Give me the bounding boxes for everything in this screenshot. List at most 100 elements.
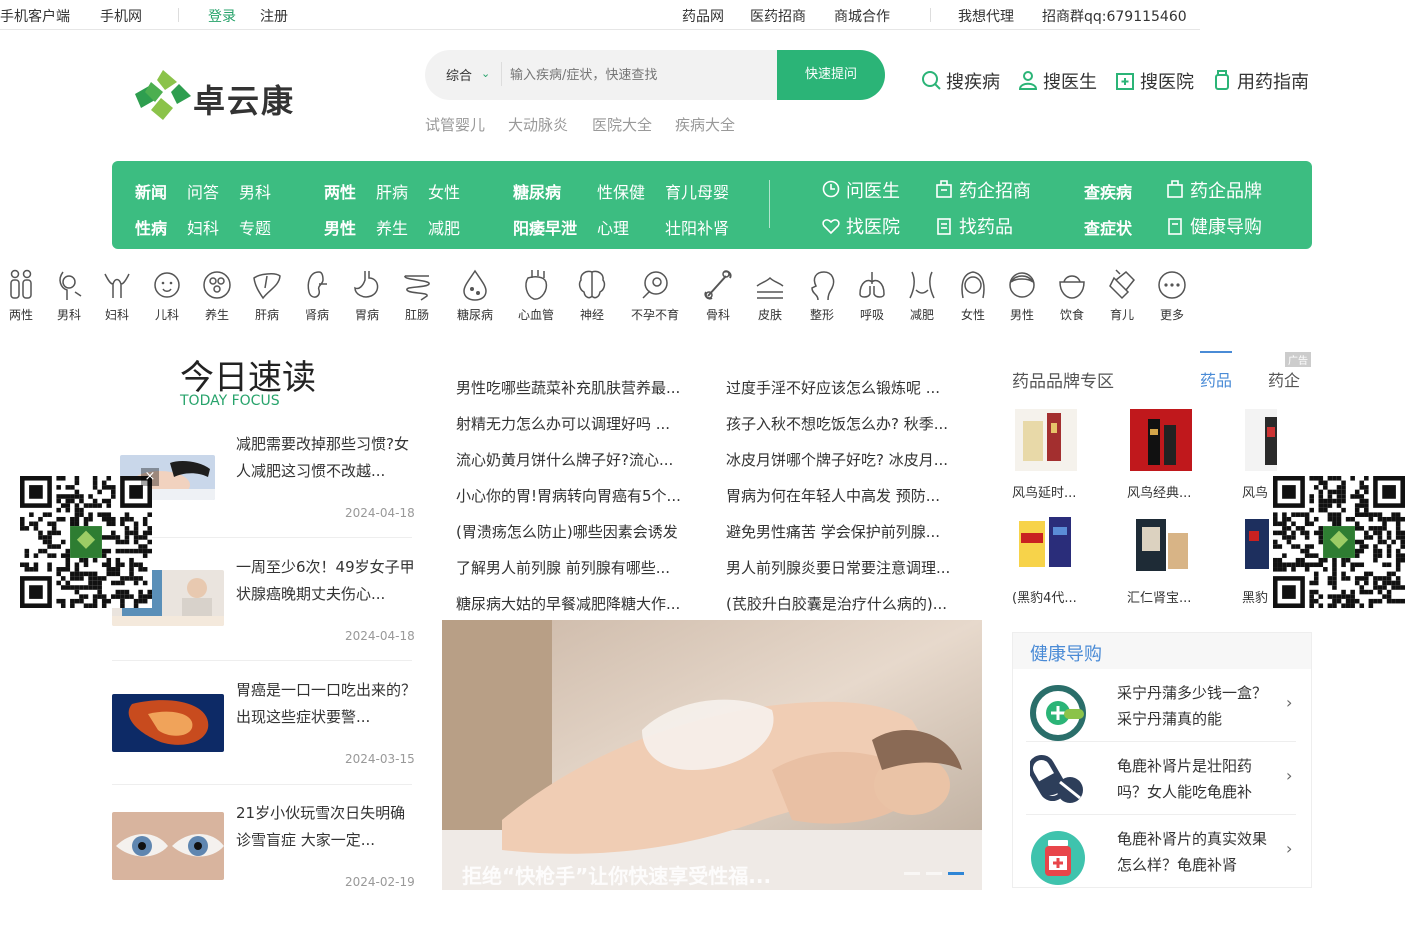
health-shopping-link[interactable]: 健康导购 <box>1190 213 1262 239</box>
category-item[interactable]: 皮肤 <box>745 268 795 323</box>
search-icon[interactable] <box>921 70 941 90</box>
hospital-icon[interactable] <box>1115 70 1135 90</box>
category-item[interactable]: 女性 <box>948 268 998 323</box>
pharma-brand-link[interactable]: 药企品牌 <box>1190 177 1262 203</box>
article-link[interactable]: 男人前列腺炎要日常要注意调理... <box>726 557 966 578</box>
chevron-right-icon[interactable]: › <box>1286 766 1292 785</box>
chevron-right-icon[interactable]: › <box>1286 839 1292 858</box>
category-item[interactable]: 男性 <box>997 268 1047 323</box>
nav-item[interactable]: 女性 <box>428 179 460 203</box>
mall-coop-link[interactable]: 商城合作 <box>834 6 890 26</box>
article-link[interactable]: 避免男性痛苦 学会保护前列腺... <box>726 521 966 542</box>
nav-item[interactable]: 问答 <box>187 179 219 203</box>
hot-search-link[interactable]: 大动脉炎 <box>508 114 568 135</box>
find-drug-link[interactable]: 找药品 <box>959 213 1013 239</box>
category-item[interactable]: 胃病 <box>342 268 392 323</box>
pill-plus-icon[interactable] <box>1030 685 1086 741</box>
category-item[interactable]: 妇科 <box>92 268 142 323</box>
nav-item[interactable]: 心理 <box>597 215 629 239</box>
product-image[interactable] <box>1245 409 1277 471</box>
search-category-select[interactable]: 综合 <box>446 65 472 84</box>
news-title-link[interactable]: 减肥需要改掉那些习惯?女人减肥这习惯不改越... <box>236 431 416 485</box>
category-item[interactable]: 育儿 <box>1097 268 1147 323</box>
article-link[interactable]: 胃病为何在年轻人中高发 预防... <box>726 485 966 506</box>
chevron-right-icon[interactable]: › <box>1286 693 1292 712</box>
nav-item[interactable]: 新闻 <box>135 179 167 203</box>
category-item[interactable]: 神经 <box>567 268 617 323</box>
article-link[interactable]: (胃溃疡怎么防止)哪些因素会诱发 <box>456 521 696 542</box>
nav-item[interactable]: 男科 <box>239 179 271 203</box>
news-title-link[interactable]: 21岁小伙玩雪次日失明确诊雪盲症 大家一定... <box>236 800 416 854</box>
product-image[interactable] <box>1015 409 1077 471</box>
category-item[interactable]: 肝病 <box>242 268 292 323</box>
product-name[interactable]: 风鸟 <box>1242 482 1272 501</box>
search-disease-link[interactable]: 搜疾病 <box>946 68 1000 94</box>
search-input[interactable] <box>510 60 772 90</box>
logo-text[interactable]: 卓云康 <box>193 76 295 122</box>
nav-item[interactable]: 养生 <box>376 215 408 239</box>
category-item[interactable]: 糖尿病 <box>450 268 500 323</box>
drug-guide-link[interactable]: 用药指南 <box>1237 68 1309 94</box>
logo-icon[interactable] <box>133 68 191 122</box>
banner-caption[interactable]: 拒绝“快枪手”让你快速享受性福... <box>462 860 771 889</box>
nav-item[interactable]: 壮阳补肾 <box>665 215 729 239</box>
pharma-recruit-link[interactable]: 医药招商 <box>750 6 806 26</box>
news-title-link[interactable]: 一周至少6次！49岁女子甲状腺癌晚期丈夫伤心... <box>236 554 416 608</box>
user-icon[interactable] <box>1018 70 1038 90</box>
carousel-dot-active[interactable] <box>948 872 964 875</box>
nav-item[interactable]: 两性 <box>324 179 356 203</box>
close-icon[interactable]: × <box>141 468 159 486</box>
quick-ask-button[interactable]: 快速提问 <box>777 50 885 100</box>
article-link[interactable]: 流心奶黄月饼什么牌子好?流心... <box>456 449 696 470</box>
nav-item[interactable]: 肝病 <box>376 179 408 203</box>
guide-article-link[interactable]: 采宁丹蒲多少钱一盒？采宁丹蒲真的能 <box>1117 680 1267 732</box>
register-link[interactable]: 注册 <box>260 6 288 26</box>
product-name[interactable]: 汇仁肾宝... <box>1127 587 1209 606</box>
category-item[interactable]: 肾病 <box>292 268 342 323</box>
category-item[interactable]: 男科 <box>44 268 94 323</box>
nav-item[interactable]: 糖尿病 <box>513 179 561 203</box>
article-link[interactable]: (芪胶升白胶囊是治疗什么病的)... <box>726 593 966 614</box>
news-title-link[interactable]: 胃癌是一口一口吃出来的？出现这些症状要警... <box>236 677 416 731</box>
mobile-client-link[interactable]: 手机客户端 <box>0 6 70 26</box>
category-item[interactable]: 减肥 <box>897 268 947 323</box>
medicine-bottle-icon[interactable] <box>1030 830 1086 886</box>
article-link[interactable]: 糖尿病大姑的早餐减肥降糖大作... <box>456 593 696 614</box>
login-link[interactable]: 登录 <box>208 6 236 26</box>
category-item[interactable]: 养生 <box>192 268 242 323</box>
category-item[interactable]: 更多 <box>1147 268 1197 323</box>
product-name[interactable]: 黑豹 <box>1242 587 1272 606</box>
nav-item[interactable]: 性病 <box>135 215 167 239</box>
product-image[interactable] <box>1130 409 1192 471</box>
nav-item[interactable]: 专题 <box>239 215 271 239</box>
guide-article-link[interactable]: 龟鹿补肾片是壮阳药吗？女人能吃龟鹿补 <box>1117 753 1267 805</box>
find-hospital-link[interactable]: 找医院 <box>846 213 900 239</box>
nav-item[interactable]: 男性 <box>324 215 356 239</box>
category-item[interactable]: 肛肠 <box>392 268 442 323</box>
article-link[interactable]: 孩子入秋不想吃饭怎么办? 秋季... <box>726 413 966 434</box>
category-item[interactable]: 不孕不育 <box>630 268 680 323</box>
agent-link[interactable]: 我想代理 <box>958 6 1014 26</box>
search-hospital-link[interactable]: 搜医院 <box>1140 68 1194 94</box>
check-disease-link[interactable]: 查疾病 <box>1084 179 1132 203</box>
article-link[interactable]: 射精无力怎么办可以调理好吗 ... <box>456 413 696 434</box>
product-image[interactable] <box>1015 513 1077 575</box>
nav-item[interactable]: 育儿母婴 <box>665 179 729 203</box>
category-item[interactable]: 心血管 <box>511 268 561 323</box>
tab-drugs[interactable]: 药品 <box>1200 367 1232 391</box>
news-thumbnail[interactable] <box>112 694 224 752</box>
check-symptom-link[interactable]: 查症状 <box>1084 215 1132 239</box>
category-item[interactable]: 饮食 <box>1047 268 1097 323</box>
category-item[interactable]: 整形 <box>797 268 847 323</box>
product-name[interactable]: 风鸟经典... <box>1127 482 1209 501</box>
category-item[interactable]: 骨科 <box>693 268 743 323</box>
article-link[interactable]: 小心你的胃!胃病转向胃癌有5个... <box>456 485 696 506</box>
category-item[interactable]: 两性 <box>0 268 46 323</box>
capsule-icon[interactable] <box>1030 752 1086 808</box>
tab-pharma[interactable]: 药企 <box>1268 367 1300 391</box>
hot-search-link[interactable]: 医院大全 <box>592 114 652 135</box>
nav-item[interactable]: 阳痿早泄 <box>513 215 577 239</box>
carousel-dot[interactable] <box>926 872 942 875</box>
mobile-site-link[interactable]: 手机网 <box>100 6 142 26</box>
hot-search-link[interactable]: 疾病大全 <box>675 114 735 135</box>
